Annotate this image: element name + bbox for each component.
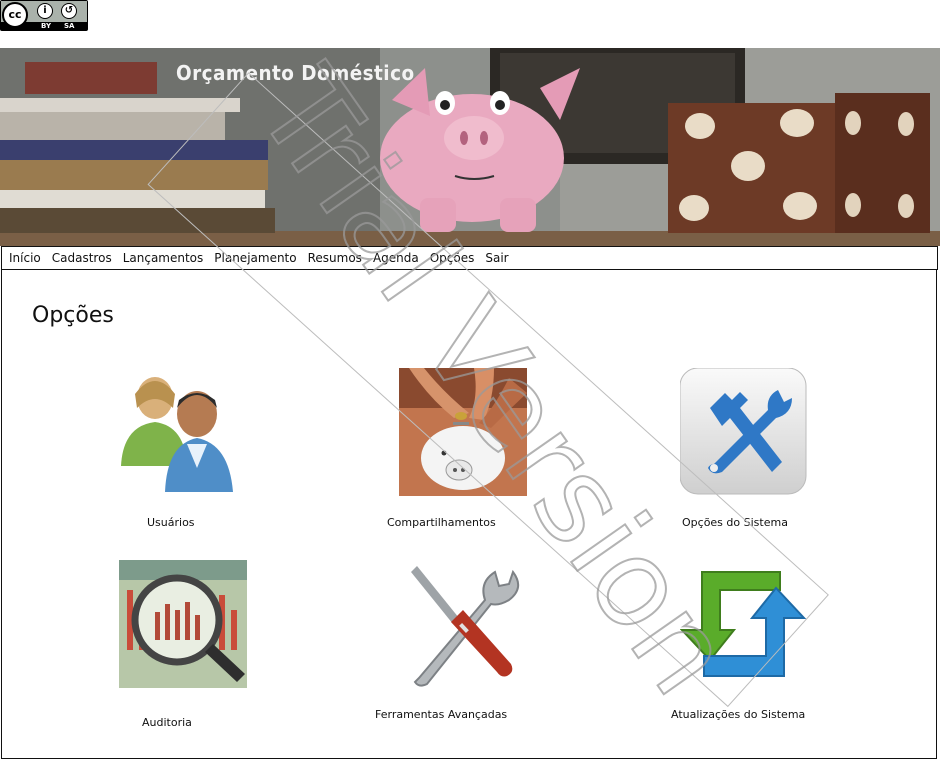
menu-item-resumos[interactable]: Resumos <box>308 251 362 265</box>
audit-label[interactable]: Auditoria <box>142 716 192 729</box>
advanced-tools-label[interactable]: Ferramentas Avançadas <box>375 708 507 721</box>
screwdriver-wrench-icon[interactable] <box>399 560 527 688</box>
banner-title: Orçamento Doméstico <box>176 61 415 85</box>
page-title: Opções <box>32 303 114 328</box>
cc-icon: cc <box>2 2 28 28</box>
by-attribution-icon: i <box>37 3 53 19</box>
menu-item-planejamento[interactable]: Planejamento <box>214 251 296 265</box>
system-options-label[interactable]: Opções do Sistema <box>682 516 788 529</box>
header-banner: Orçamento Doméstico <box>0 48 940 246</box>
system-updates-label[interactable]: Atualizações do Sistema <box>671 708 805 721</box>
menu-item-inicio[interactable]: Início <box>9 251 41 265</box>
update-arrows-icon[interactable] <box>679 560 808 688</box>
menu-item-sair[interactable]: Sair <box>485 251 508 265</box>
menu-item-lancamentos[interactable]: Lançamentos <box>123 251 204 265</box>
cc-license-badge: cc i ↺ BY SA <box>0 0 88 31</box>
menu-item-cadastros[interactable]: Cadastros <box>52 251 112 265</box>
sharing-label[interactable]: Compartilhamentos <box>387 516 496 529</box>
cc-sa-label: SA <box>64 22 75 30</box>
share-alike-icon: ↺ <box>61 3 77 19</box>
piggy-bank-coins-icon[interactable] <box>399 368 527 496</box>
menu-item-agenda[interactable]: Agenda <box>373 251 419 265</box>
users-label[interactable]: Usuários <box>147 516 195 529</box>
wrench-hammer-icon[interactable] <box>679 367 808 496</box>
banner-photo <box>0 48 940 246</box>
dice-image <box>668 93 930 233</box>
menu-item-opcoes[interactable]: Opções <box>430 251 475 265</box>
main-menu: Início Cadastros Lançamentos Planejament… <box>1 246 938 270</box>
magnifier-chart-icon[interactable] <box>119 560 247 688</box>
users-icon[interactable] <box>115 368 243 496</box>
cc-by-label: BY <box>41 22 52 30</box>
